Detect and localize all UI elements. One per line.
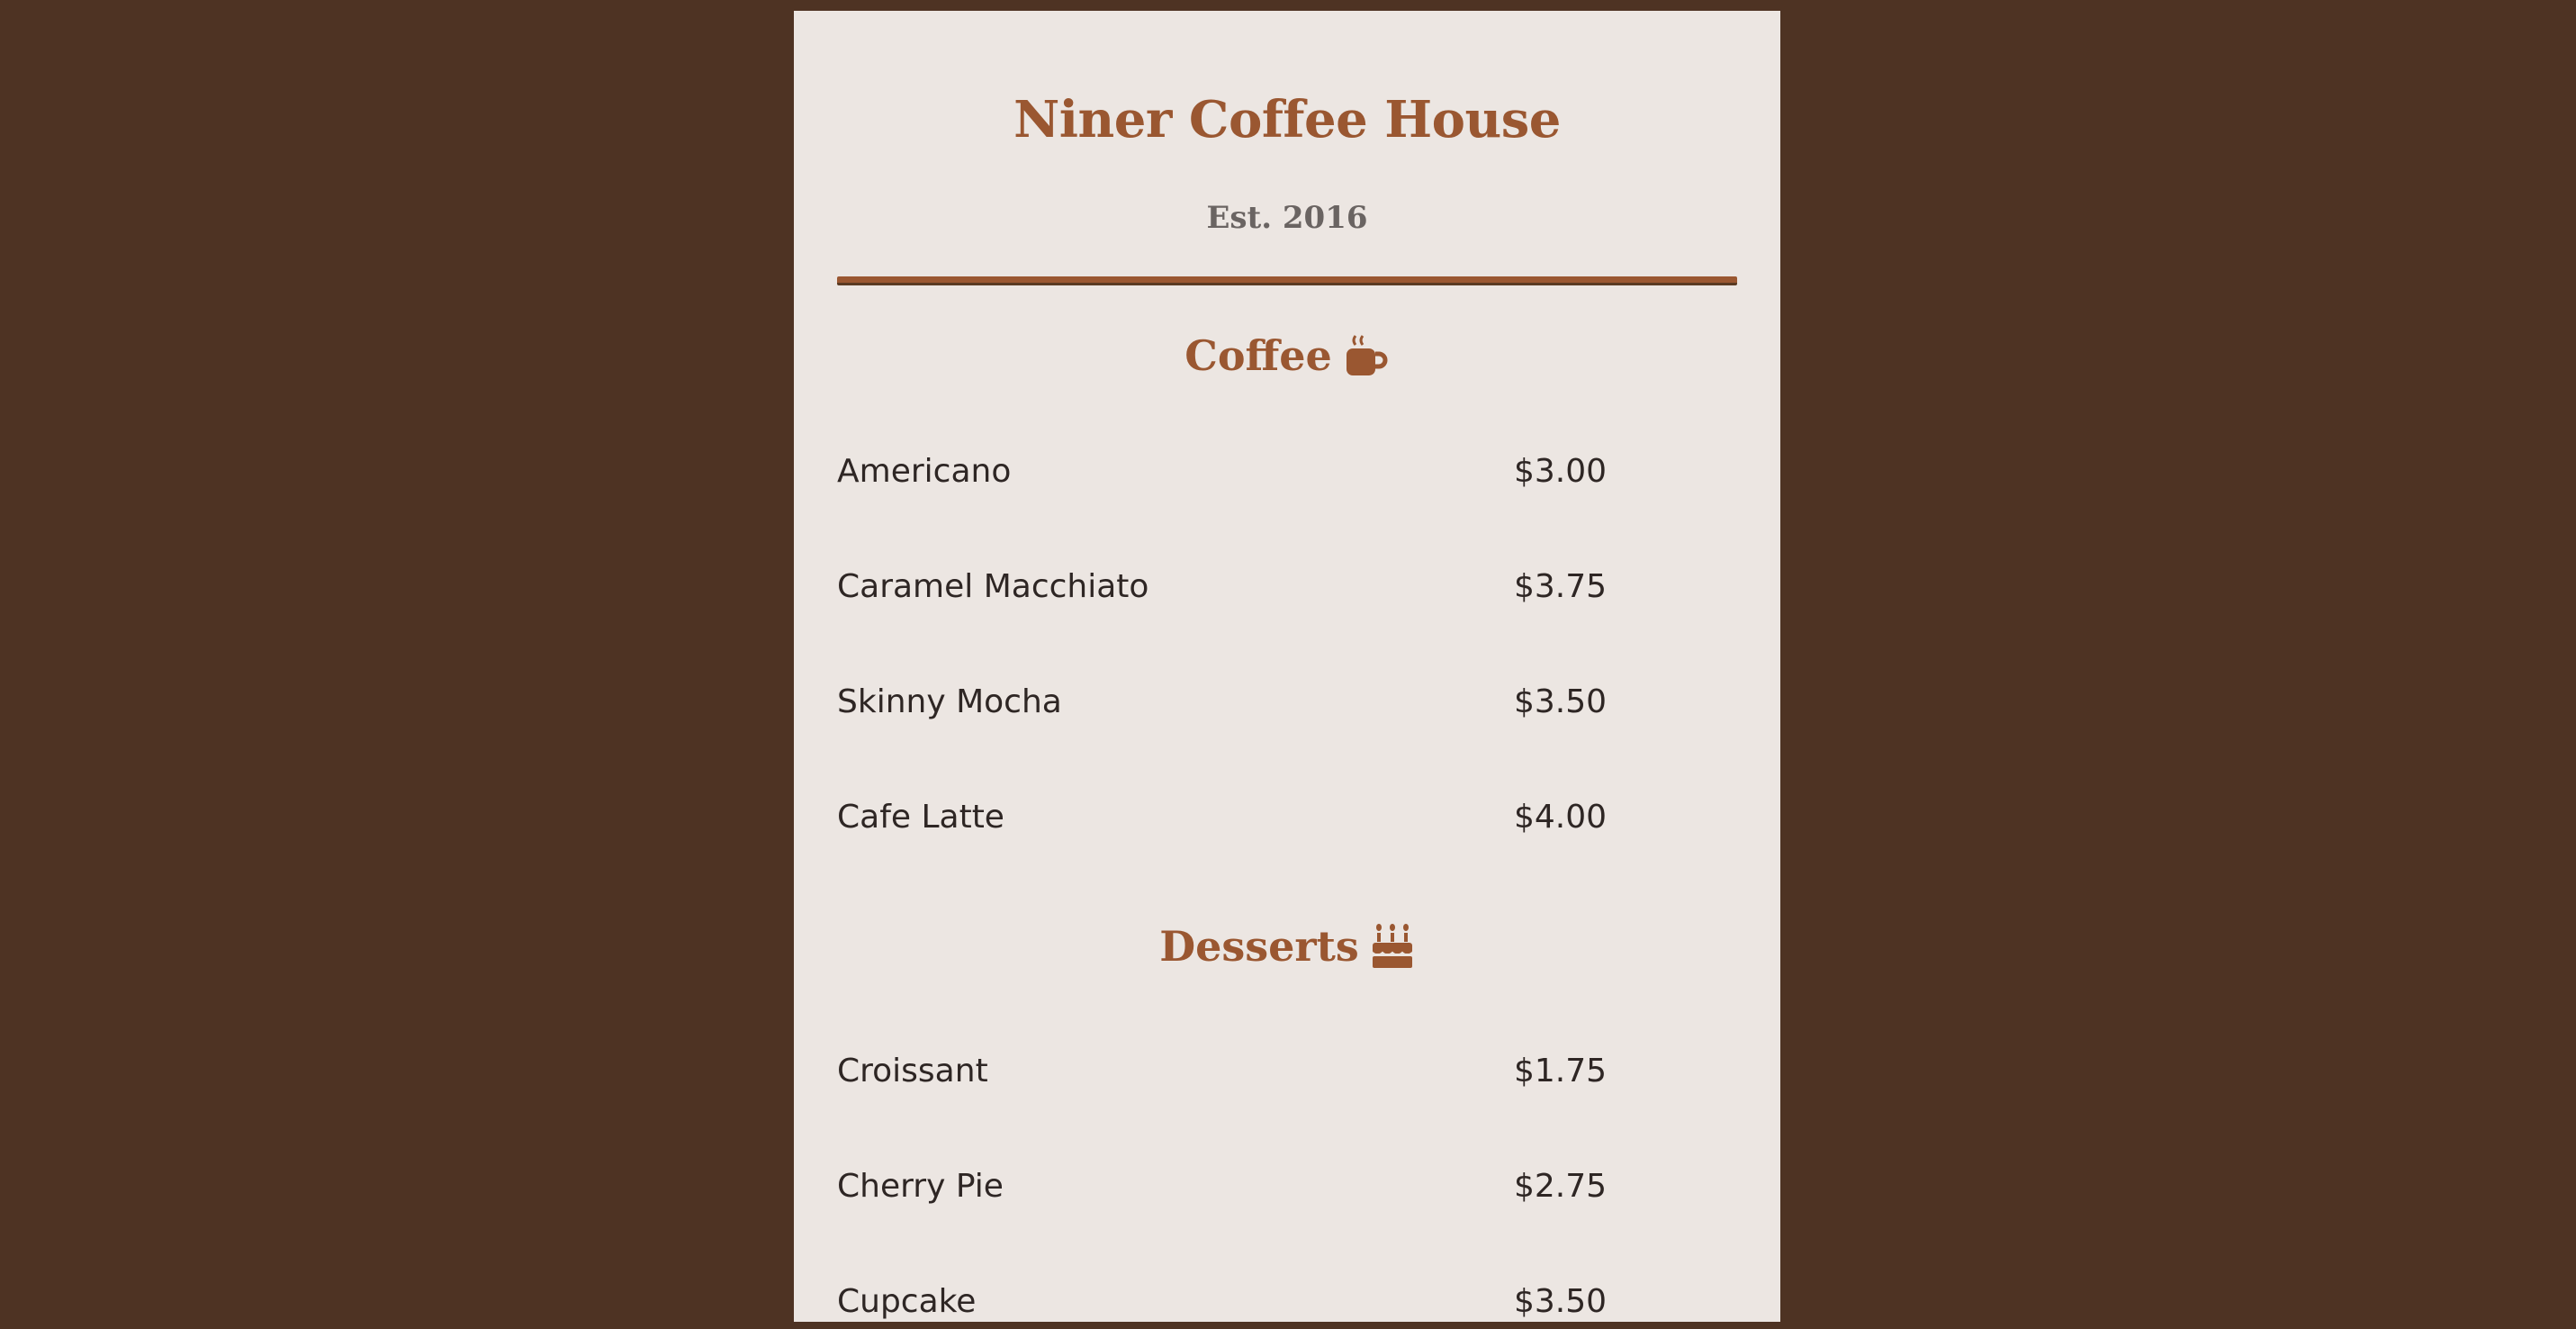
menu-item: Cupcake $3.50 <box>837 1275 1737 1329</box>
established-subtitle: Est. 2016 <box>1206 200 1368 236</box>
section-heading-desserts: Desserts <box>794 922 1780 971</box>
menu-item: Skinny Mocha $3.50 <box>837 675 1737 729</box>
menu-item: Cafe Latte $4.00 <box>837 791 1737 845</box>
section-heading-label: Desserts <box>1159 922 1359 971</box>
item-price: $2.75 <box>1514 1168 1608 1205</box>
menu-item: Cherry Pie $2.75 <box>837 1160 1737 1214</box>
item-name: Americano <box>837 453 1012 490</box>
item-price: $3.50 <box>1514 1283 1608 1320</box>
menu-item: Caramel Macchiato $3.75 <box>837 560 1737 614</box>
menu-item: Americano $3.00 <box>837 445 1737 499</box>
item-price: $3.50 <box>1514 683 1608 720</box>
menu-item: Croissant $1.75 <box>837 1044 1737 1098</box>
birthday-cake-icon <box>1370 923 1415 970</box>
item-name: Cupcake <box>837 1283 977 1320</box>
item-name: Croissant <box>837 1053 988 1089</box>
item-name: Cherry Pie <box>837 1168 1004 1205</box>
section-heading-label: Coffee <box>1184 331 1332 380</box>
item-name: Cafe Latte <box>837 799 1004 836</box>
header-divider <box>837 276 1737 285</box>
item-price: $4.00 <box>1514 799 1608 836</box>
page-title: Niner Coffee House <box>1013 90 1561 149</box>
item-name: Caramel Macchiato <box>837 568 1149 605</box>
coffee-cup-icon <box>1343 332 1390 379</box>
item-price: $3.00 <box>1514 453 1608 490</box>
item-price: $1.75 <box>1514 1053 1608 1089</box>
item-price: $3.75 <box>1514 568 1608 605</box>
menu-card: Niner Coffee House Est. 2016 Coffee Amer… <box>794 11 1780 1322</box>
section-heading-coffee: Coffee <box>794 331 1780 380</box>
item-name: Skinny Mocha <box>837 683 1062 720</box>
